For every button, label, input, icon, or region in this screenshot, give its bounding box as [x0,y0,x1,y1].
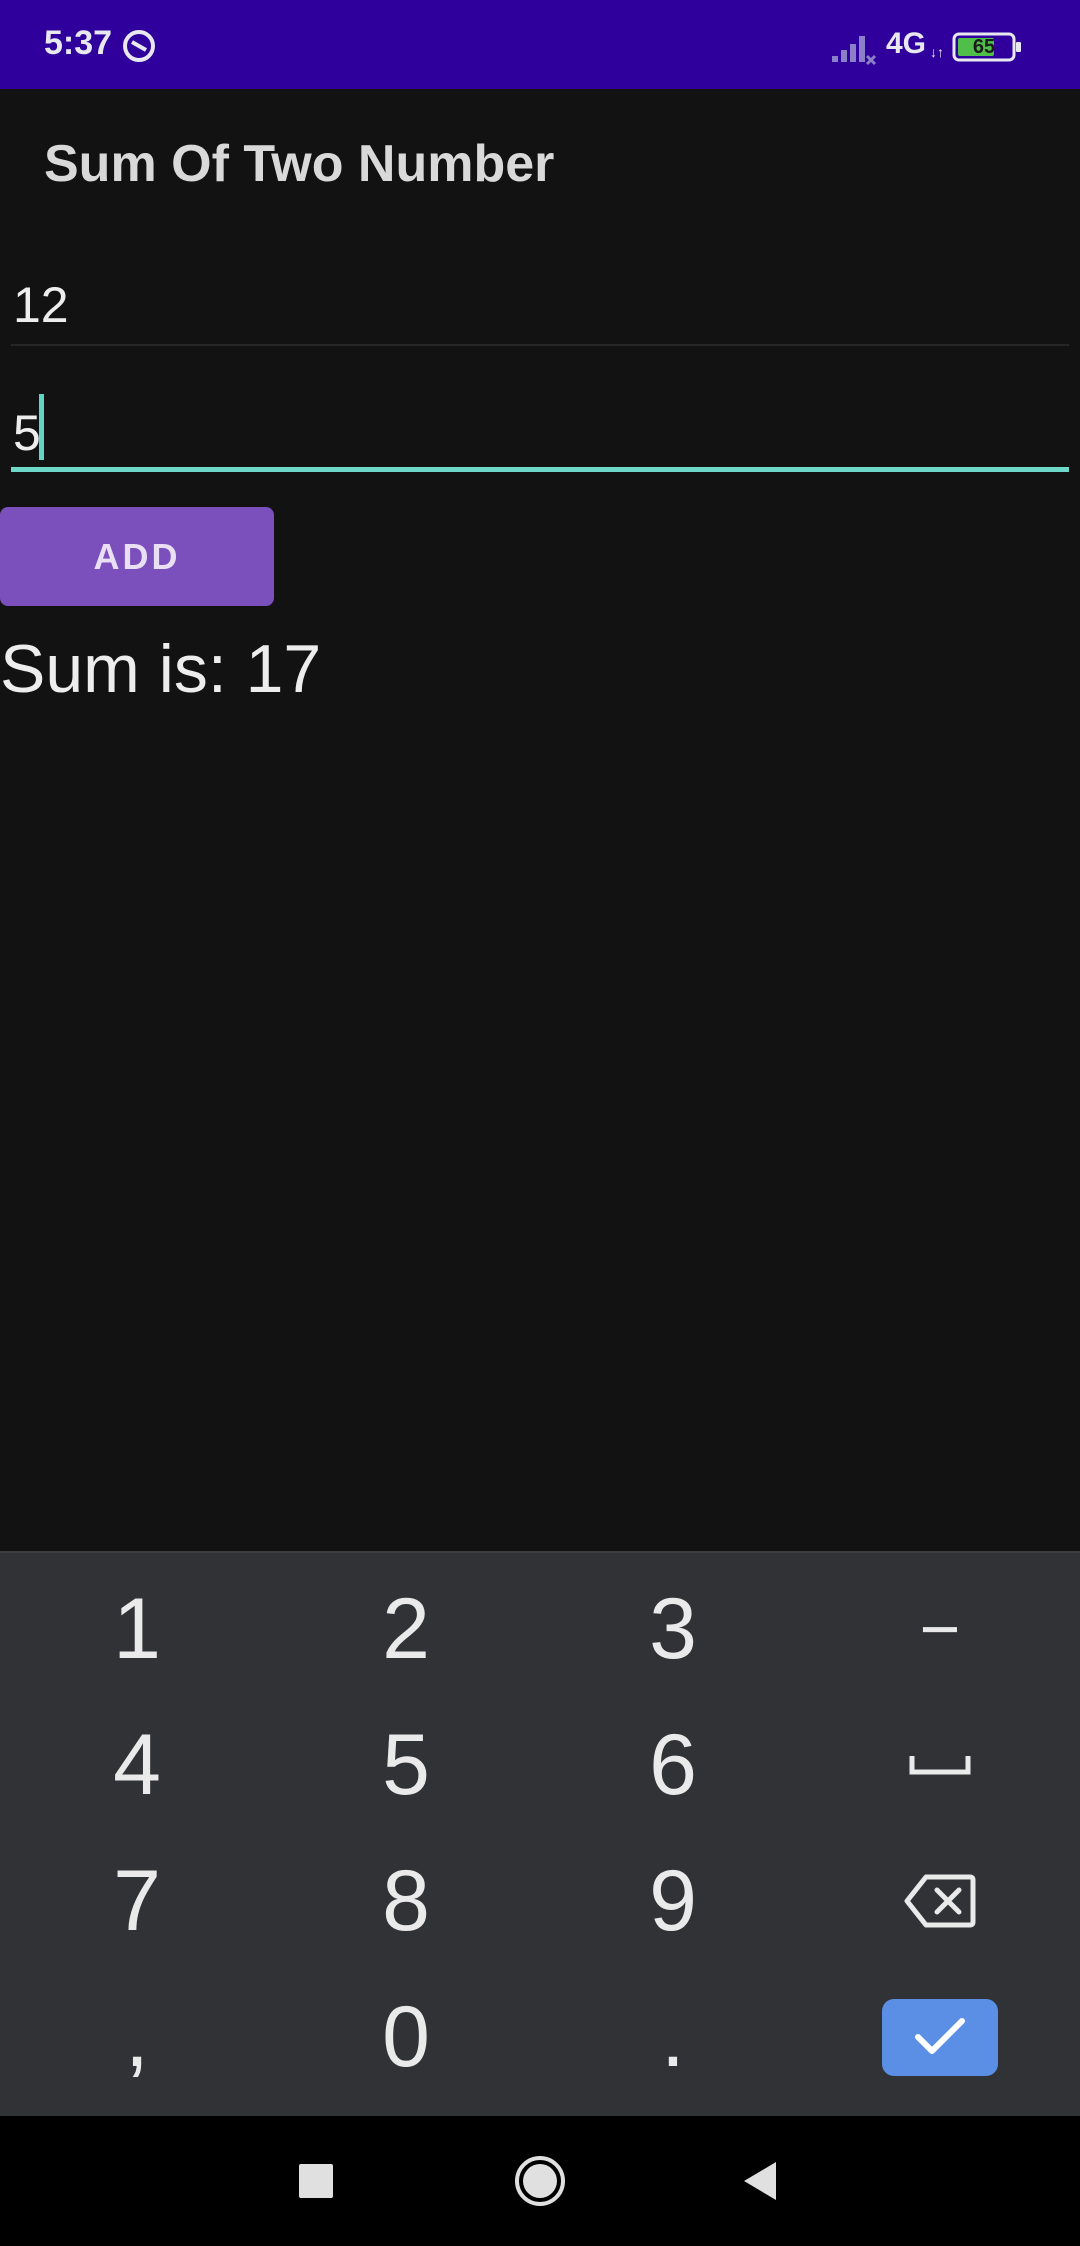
numeric-keyboard: 1 2 3 − 4 5 6 7 8 9 , 0 . [0,1551,1080,2118]
done-button-background [882,1998,998,2076]
key-7[interactable]: 7 [2,1833,272,1969]
key-comma[interactable]: , [2,1969,272,2105]
key-backspace[interactable] [805,1833,1075,1969]
status-bar: 5:37 4G ↓↑ 65 [0,0,1080,89]
key-2-label: 2 [382,1581,430,1677]
first-number-value: 12 [13,277,69,333]
key-space[interactable] [805,1697,1075,1833]
back-icon [744,2162,776,2200]
recent-apps-icon [299,2164,333,2198]
key-3[interactable]: 3 [538,1561,808,1697]
screen: 5:37 4G ↓↑ 65 Sum Of Two Number 12 5 ADD… [0,0,1080,2246]
key-1-label: 1 [113,1581,161,1677]
key-comma-label: , [125,1989,149,2085]
navigation-bar [0,2116,1080,2246]
key-2[interactable]: 2 [271,1561,541,1697]
home-button[interactable] [508,2149,572,2213]
signal-icon [832,36,877,66]
key-period[interactable]: . [538,1969,808,2105]
key-9-label: 9 [649,1853,697,1949]
second-number-underline [11,467,1069,472]
key-5[interactable]: 5 [271,1697,541,1833]
space-icon [909,1756,971,1775]
key-9[interactable]: 9 [538,1833,808,1969]
home-icon [515,2156,565,2206]
network-activity-icon: ↓↑ [930,44,944,60]
key-6[interactable]: 6 [538,1697,808,1833]
key-minus[interactable]: − [805,1561,1075,1697]
key-8-label: 8 [382,1853,430,1949]
first-number-underline [11,344,1069,346]
second-number-field[interactable]: 5 [11,394,1069,472]
key-1[interactable]: 1 [2,1561,272,1697]
do-not-disturb-icon [123,30,155,62]
key-0[interactable]: 0 [271,1969,541,2105]
key-minus-label: − [919,1590,961,1668]
backspace-icon [904,1874,976,1928]
key-4[interactable]: 4 [2,1697,272,1833]
key-3-label: 3 [649,1581,697,1677]
battery-level: 65 [972,36,996,58]
key-6-label: 6 [649,1717,697,1813]
text-cursor [39,394,44,460]
back-button[interactable] [728,2149,792,2213]
recent-apps-button[interactable] [284,2149,348,2213]
key-8[interactable]: 8 [271,1833,541,1969]
second-number-value: 5 [13,405,41,461]
key-7-label: 7 [113,1853,161,1949]
key-period-label: . [661,1989,685,2085]
key-0-label: 0 [382,1989,430,2085]
status-time: 5:37 [44,24,113,62]
network-type: 4G [886,27,927,60]
key-4-label: 4 [113,1717,161,1813]
key-done[interactable] [805,1969,1075,2105]
key-5-label: 5 [382,1717,430,1813]
checkmark-icon [915,2018,965,2054]
add-button[interactable]: ADD [0,507,274,606]
first-number-field[interactable]: 12 [11,268,1069,346]
page-title: Sum Of Two Number [44,135,555,193]
sum-result: Sum is: 17 [0,631,322,707]
